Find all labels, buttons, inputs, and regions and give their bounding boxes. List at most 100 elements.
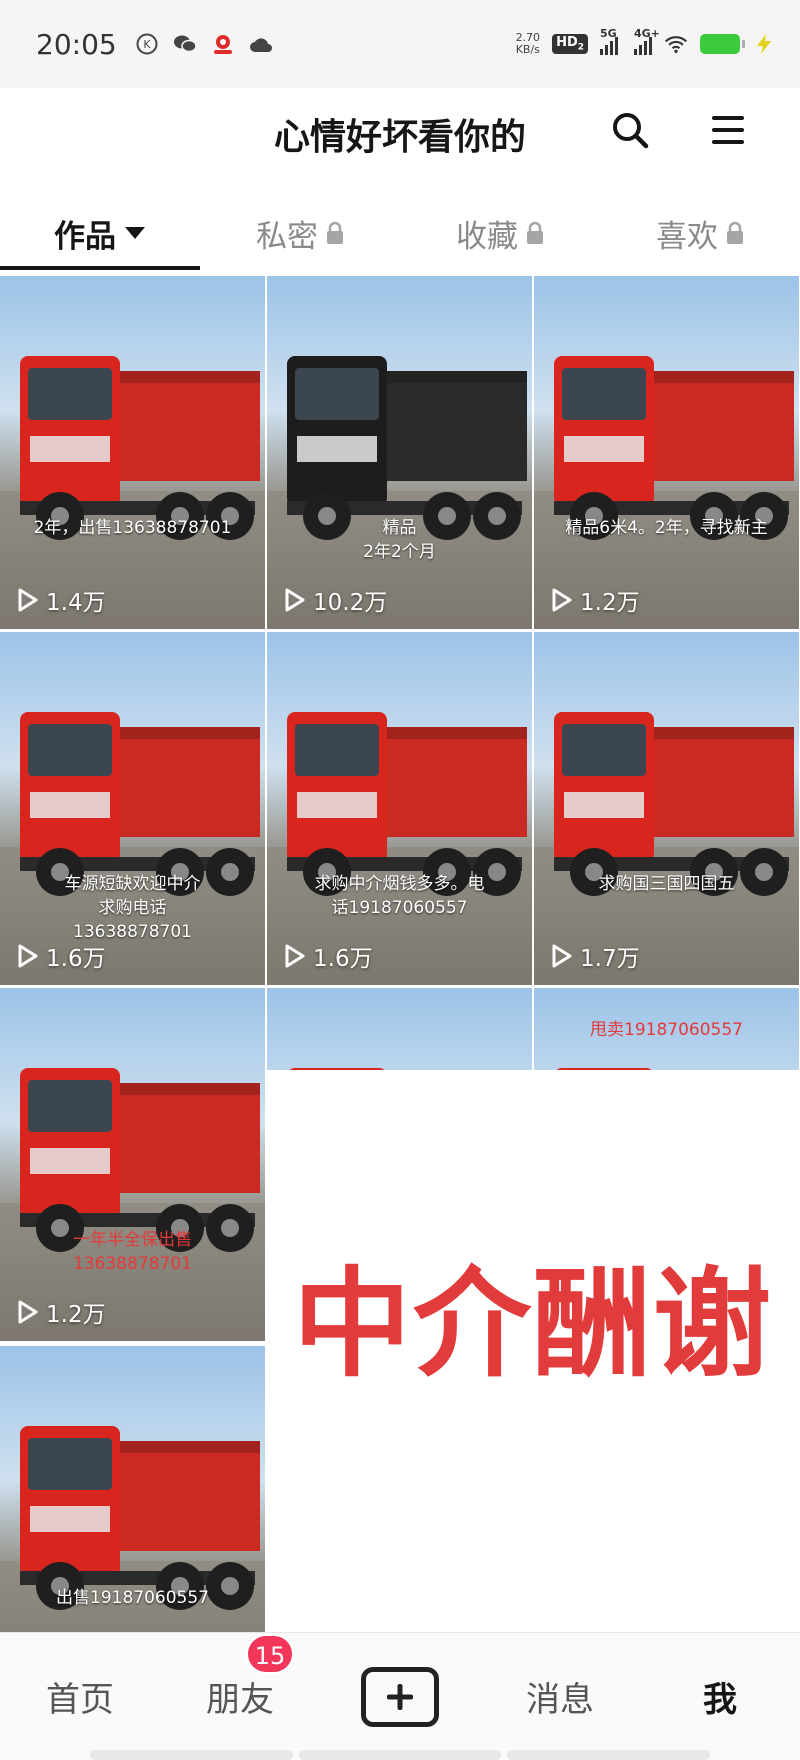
- nav-me[interactable]: 我: [640, 1672, 800, 1721]
- truck-image: [534, 712, 799, 985]
- truck-image: [0, 356, 265, 629]
- video-tile[interactable]: 一年半全保出售 13638878701 1.2万: [0, 988, 265, 1341]
- tab-works[interactable]: 作品: [0, 200, 200, 266]
- profile-header: 心情好坏看你的 作品 私密 收藏 喜欢: [0, 88, 800, 270]
- play-icon: [552, 588, 572, 612]
- play-icon: [552, 944, 572, 968]
- view-count-label: 1.7万: [580, 946, 640, 972]
- view-count: 1.6万: [14, 939, 106, 973]
- truck-image: [267, 356, 532, 629]
- nav-home-label: 首页: [46, 1680, 114, 1720]
- truck-image: [534, 356, 799, 629]
- play-icon: [285, 588, 305, 612]
- promo-banner: 中介酬谢: [266, 1070, 800, 1423]
- nav-messages[interactable]: 消息: [480, 1672, 640, 1721]
- nav-friends[interactable]: 朋友 15: [160, 1634, 320, 1721]
- system-icons: 2.70 KB/s HD2 5G 4G+: [516, 27, 776, 56]
- video-caption: 车源短缺欢迎中介 求购电话 13638878701: [64, 874, 201, 942]
- view-count-label: 1.6万: [313, 946, 373, 972]
- charging-icon: [752, 32, 776, 56]
- view-count: 1.7万: [548, 939, 640, 973]
- tab-likes-label: 喜欢: [656, 218, 718, 255]
- play-icon: [18, 1300, 38, 1324]
- video-caption: 精品6米4。2年，寻找新主: [565, 518, 768, 538]
- hamburger-menu-icon: [712, 116, 744, 144]
- signal-5g-label: 5G: [600, 27, 617, 40]
- video-caption: 求购中介烟钱多多。电 话19187060557: [314, 874, 485, 918]
- tab-works-label: 作品: [54, 218, 116, 255]
- view-count: 1.4万: [14, 583, 106, 617]
- notification-icons: K: [135, 32, 273, 56]
- nav-messages-label: 消息: [526, 1680, 594, 1720]
- video-tile[interactable]: 求购中介烟钱多多。电 话19187060557 1.6万: [267, 632, 532, 985]
- bottom-nav: 首页 朋友 15 消息 我: [0, 1632, 800, 1760]
- view-count: 1.6万: [281, 939, 373, 973]
- video-tile[interactable]: 精品6米4。2年，寻找新主 1.2万: [534, 276, 799, 629]
- truck-image: [0, 1068, 265, 1341]
- cloud-icon: [249, 32, 273, 56]
- video-caption: 2年，出售13638878701: [33, 518, 232, 538]
- lock-icon: [527, 221, 543, 244]
- play-icon: [285, 944, 305, 968]
- video-caption: 出售19187060557: [56, 1588, 209, 1608]
- signal-4g-label: 4G+: [634, 27, 660, 40]
- nav-me-label: 我: [703, 1680, 737, 1720]
- tab-likes[interactable]: 喜欢: [600, 200, 800, 266]
- video-tile[interactable]: 精品 2年2个月 10.2万: [267, 276, 532, 629]
- wifi-icon: [664, 32, 688, 56]
- plus-icon: [387, 1683, 413, 1710]
- video-caption: 甩卖19187060557: [590, 1020, 743, 1040]
- view-count-label: 1.4万: [46, 590, 106, 616]
- view-count-label: 1.2万: [46, 1302, 106, 1328]
- play-icon: [18, 944, 38, 968]
- page-title: 心情好坏看你的: [273, 117, 526, 158]
- view-count-label: 1.6万: [46, 946, 106, 972]
- tab-favorites[interactable]: 收藏: [400, 200, 600, 266]
- signal-4g-icon: 4G+: [634, 27, 660, 55]
- hd-voice-badge: HD2: [552, 34, 588, 54]
- lock-icon: [327, 221, 343, 244]
- net-speed: 2.70 KB/s: [516, 32, 541, 56]
- search-button[interactable]: [604, 104, 656, 156]
- profile-tabs: 作品 私密 收藏 喜欢: [0, 200, 800, 266]
- battery-icon: [700, 34, 745, 54]
- video-tile[interactable]: 求购国三国四国五 1.7万: [534, 632, 799, 985]
- tab-favorites-label: 收藏: [456, 218, 518, 255]
- profile-page: 20:05 K 2.70 KB/s HD2 5G 4G+ 心情好坏看你的 作品 …: [0, 0, 800, 1760]
- video-tile[interactable]: 2年，出售13638878701 1.4万: [0, 276, 265, 629]
- video-caption: 求购国三国四国五: [598, 874, 735, 894]
- nav-home[interactable]: 首页: [0, 1672, 160, 1721]
- hd-sub: 2: [577, 42, 584, 53]
- caret-down-icon: [125, 227, 145, 239]
- net-speed-unit: KB/s: [515, 43, 540, 56]
- view-count: 1.2万: [548, 583, 640, 617]
- maps-icon: [211, 32, 235, 56]
- view-count-label: 1.2万: [580, 590, 640, 616]
- tab-private[interactable]: 私密: [200, 200, 400, 266]
- tab-private-label: 私密: [256, 218, 318, 255]
- create-button[interactable]: [361, 1666, 439, 1727]
- video-caption: 一年半全保出售 13638878701: [73, 1230, 192, 1274]
- wechat-icon: [173, 32, 197, 56]
- search-icon: [613, 113, 649, 149]
- lock-icon: [727, 221, 743, 244]
- view-count: 1.2万: [14, 1295, 106, 1329]
- home-indicator: [0, 1750, 800, 1760]
- nav-friends-label: 朋友: [206, 1680, 274, 1720]
- video-caption: 精品 2年2个月: [363, 518, 436, 562]
- promo-text: 中介酬谢: [292, 1255, 773, 1393]
- status-bar: 20:05 K 2.70 KB/s HD2 5G 4G+: [0, 0, 800, 88]
- nav-create[interactable]: [320, 1666, 480, 1727]
- play-icon: [18, 588, 38, 612]
- status-time: 20:05: [36, 27, 117, 61]
- menu-button[interactable]: [702, 104, 754, 156]
- view-count-label: 10.2万: [313, 590, 388, 616]
- truck-image: [267, 712, 532, 985]
- hd-label: HD: [556, 35, 578, 51]
- signal-5g-icon: 5G: [600, 27, 618, 55]
- view-count: 10.2万: [281, 583, 387, 617]
- friends-badge: 15: [246, 1634, 294, 1674]
- active-tab-indicator: [0, 266, 200, 270]
- video-tile[interactable]: 车源短缺欢迎中介 求购电话 13638878701 1.6万: [0, 632, 265, 985]
- k-icon: K: [135, 32, 159, 56]
